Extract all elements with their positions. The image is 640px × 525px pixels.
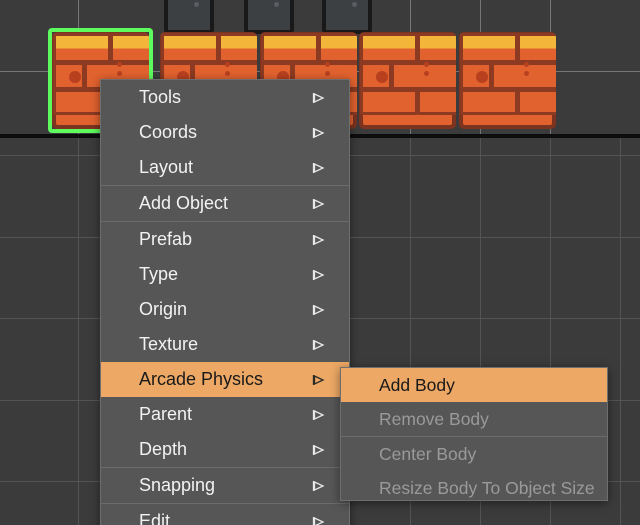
brick-unit: [417, 89, 456, 115]
character-sprite[interactable]: [215, 0, 315, 34]
brick-face: [360, 33, 456, 125]
character-body: [322, 0, 372, 34]
chevron-right-icon: [312, 162, 325, 174]
menu-item-label: Prefab: [139, 229, 193, 249]
brick-unit: [360, 33, 418, 63]
chevron-right-icon: [312, 480, 325, 492]
submenu-item-label: Remove Body: [379, 408, 489, 429]
brick-unit: [318, 33, 357, 63]
menu-item-edit[interactable]: Edit: [101, 504, 349, 525]
brick-unit: [161, 33, 219, 63]
menu-item-depth[interactable]: Depth: [101, 432, 349, 467]
character-button: [352, 2, 357, 7]
chevron-right-icon: [312, 444, 325, 456]
submenu-item-remove-body: Remove Body: [341, 402, 607, 436]
brick-detail: [325, 62, 330, 67]
main-context-menu[interactable]: Tools Coords Layout Add Object Prefab Ty…: [100, 79, 350, 525]
chevron-right-icon: [312, 269, 325, 281]
brick-unit: [261, 33, 319, 63]
brick-unit: [218, 33, 257, 63]
brick-detail: [524, 62, 529, 67]
menu-item-snapping[interactable]: Snapping: [101, 468, 349, 503]
menu-item-label: Texture: [139, 334, 199, 354]
menu-item-type[interactable]: Type: [101, 257, 349, 292]
chevron-right-icon: [312, 198, 325, 210]
chevron-right-icon: [312, 92, 325, 104]
brick-detail: [117, 62, 122, 67]
character-button: [274, 2, 279, 7]
chevron-right-icon: [312, 304, 325, 316]
chevron-right-icon: [312, 339, 325, 351]
submenu-item-label: Add Body: [379, 374, 455, 395]
menu-item-label: Parent: [139, 404, 193, 424]
brick-detail: [325, 71, 330, 76]
brick-tile[interactable]: [459, 32, 556, 129]
submenu-item-label: Resize Body To Object Size: [379, 477, 595, 498]
brick-unit: [391, 62, 456, 90]
editor-window: Tools Coords Layout Add Object Prefab Ty…: [0, 0, 640, 525]
brick-unit: [491, 62, 556, 90]
brick-detail: [117, 71, 122, 76]
brick-tile[interactable]: [359, 32, 456, 129]
submenu-item-label: Center Body: [379, 443, 477, 464]
brick-detail: [424, 71, 429, 76]
menu-item-label: Coords: [139, 122, 198, 142]
menu-item-label: Snapping: [139, 475, 216, 495]
brick-detail: [376, 71, 388, 83]
submenu-item-resize-body: Resize Body To Object Size: [341, 471, 607, 505]
arcade-physics-submenu[interactable]: Add Body Remove Body Center Body Resize …: [340, 367, 608, 501]
menu-item-label: Add Object: [139, 193, 229, 213]
brick-detail: [69, 71, 81, 83]
brick-unit: [360, 89, 418, 115]
menu-item-add-object[interactable]: Add Object: [101, 186, 349, 221]
menu-item-coords[interactable]: Coords: [101, 115, 349, 150]
chevron-right-icon: [312, 516, 325, 525]
menu-item-label: Layout: [139, 157, 194, 177]
chevron-right-icon: [312, 374, 325, 386]
chevron-right-icon: [312, 234, 325, 246]
menu-item-label: Depth: [139, 439, 188, 459]
menu-item-label: Type: [139, 264, 179, 284]
chevron-right-icon: [312, 409, 325, 421]
brick-detail: [225, 62, 230, 67]
menu-item-layout[interactable]: Layout: [101, 150, 349, 185]
character-body: [244, 0, 294, 34]
brick-unit: [53, 33, 111, 63]
brick-detail: [424, 62, 429, 67]
menu-item-label: Tools: [139, 87, 182, 107]
menu-item-texture[interactable]: Texture: [101, 327, 349, 362]
menu-item-origin[interactable]: Origin: [101, 292, 349, 327]
character-button: [194, 2, 199, 7]
menu-item-label: Origin: [139, 299, 188, 319]
brick-unit: [460, 89, 518, 115]
menu-item-tools[interactable]: Tools: [101, 80, 349, 115]
brick-unit: [110, 33, 149, 63]
brick-unit: [460, 33, 518, 63]
menu-item-arcade-physics[interactable]: Arcade Physics: [101, 362, 349, 397]
submenu-item-center-body: Center Body: [341, 437, 607, 471]
brick-unit: [417, 33, 456, 63]
character-sprite[interactable]: [135, 0, 235, 34]
menu-item-prefab[interactable]: Prefab: [101, 222, 349, 257]
brick-detail: [524, 71, 529, 76]
character-sprite[interactable]: [293, 0, 393, 34]
menu-item-parent[interactable]: Parent: [101, 397, 349, 432]
menu-item-label: Arcade Physics: [139, 369, 264, 389]
submenu-item-add-body[interactable]: Add Body: [341, 368, 607, 402]
chevron-right-icon: [312, 127, 325, 139]
menu-item-label: Edit: [139, 511, 171, 525]
brick-detail: [225, 71, 230, 76]
brick-face: [460, 33, 556, 125]
character-body: [164, 0, 214, 34]
brick-unit: [517, 89, 556, 115]
brick-unit: [517, 33, 556, 63]
brick-detail: [476, 71, 488, 83]
